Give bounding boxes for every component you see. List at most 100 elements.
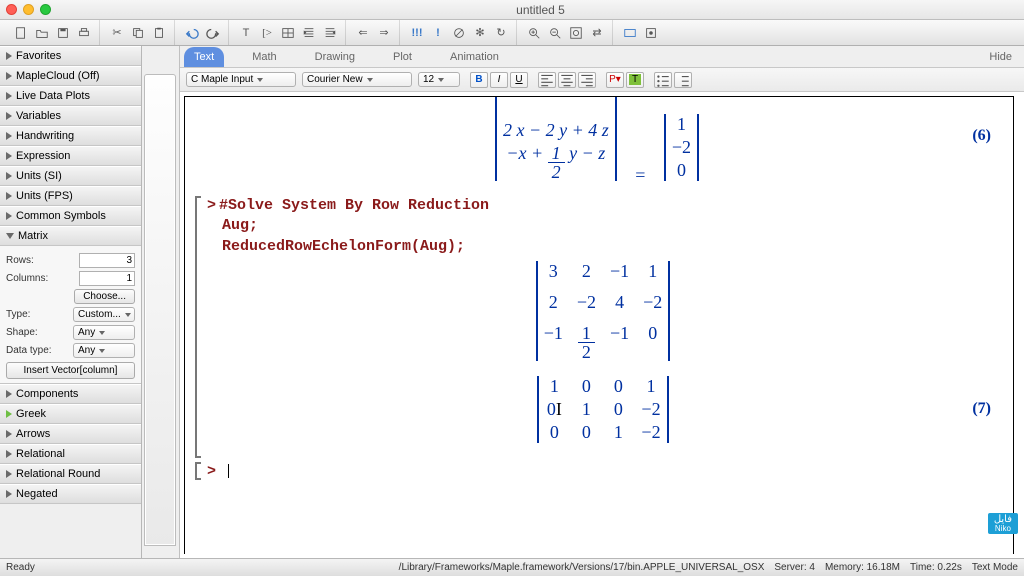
save-icon[interactable] [54,24,72,42]
prompt-icon: > [207,197,216,214]
palette-negated[interactable]: Negated [0,484,141,504]
maximize-icon[interactable] [40,4,51,15]
matrix-palette-body: Rows: Columns: Choose... Type:Custom... … [0,246,141,384]
debug-icon[interactable]: ✻ [471,24,489,42]
rows-label: Rows: [6,255,75,266]
tab-animation[interactable]: Animation [440,47,509,67]
palette-arrows[interactable]: Arrows [0,424,141,444]
align-center-icon[interactable] [558,72,576,88]
copy-icon[interactable] [129,24,147,42]
tool-a-icon[interactable] [621,24,639,42]
minimize-icon[interactable] [23,4,34,15]
close-icon[interactable] [6,4,17,15]
tool-b-icon[interactable] [642,24,660,42]
align-right-icon[interactable] [578,72,596,88]
font-color-icon[interactable]: P▾ [606,72,624,88]
status-time: Time: 0.22s [910,562,962,573]
cols-label: Columns: [6,273,75,284]
zoom-in-icon[interactable] [525,24,543,42]
restart-icon[interactable]: ↻ [492,24,510,42]
palette-variables[interactable]: Variables [0,106,141,126]
palette-relational[interactable]: Relational [0,444,141,464]
execute-one-icon[interactable]: ! [429,24,447,42]
align-left-icon[interactable] [538,72,556,88]
paste-icon[interactable] [150,24,168,42]
back-icon[interactable]: ⇐ [354,24,372,42]
tab-plot[interactable]: Plot [383,47,422,67]
palette-components[interactable]: Components [0,384,141,404]
forward-icon[interactable]: ⇒ [375,24,393,42]
underline-button[interactable]: U [510,72,528,88]
palette-units-si[interactable]: Units (SI) [0,166,141,186]
type-label: Type: [6,309,69,320]
eq-cell: 2 x − 2 y + 4 z [503,120,609,141]
zoom-fit-icon[interactable] [567,24,585,42]
statusbar: Ready /Library/Frameworks/Maple.framewor… [0,558,1024,576]
stop-icon[interactable] [450,24,468,42]
redo-icon[interactable] [204,24,222,42]
choose-button[interactable]: Choose... [74,289,135,304]
style-select[interactable]: C Maple Input [186,72,296,87]
insert-math-icon[interactable]: [> [258,24,276,42]
font-select[interactable]: Courier New [302,72,412,87]
palette-units-fps[interactable]: Units (FPS) [0,186,141,206]
indent-left-icon[interactable] [300,24,318,42]
group-bar[interactable] [195,196,201,458]
cols-input[interactable] [79,271,135,286]
list-number-icon[interactable] [674,72,692,88]
insert-vector-button[interactable]: Insert Vector[column] [6,362,135,379]
print-icon[interactable] [75,24,93,42]
section-tab[interactable] [144,74,176,546]
input-line[interactable]: #Solve System By Row Reduction [219,197,489,214]
palette-favorites[interactable]: Favorites [0,46,141,66]
palette-common-symbols[interactable]: Common Symbols [0,206,141,226]
type-select[interactable]: Custom... [73,307,135,322]
palette-matrix[interactable]: Matrix [0,226,141,246]
titlebar: untitled 5 [0,0,1024,20]
doc-gutter [142,46,180,558]
document-scroll[interactable]: a 2 x − 2 y + 4 z −x + 12 y − z = 1 −2 0 [180,92,1024,558]
cut-icon[interactable]: ✂ [108,24,126,42]
highlight-icon[interactable]: T [626,72,644,88]
shape-select[interactable]: Any [73,325,135,340]
tab-text[interactable]: Text [184,47,224,67]
palette-maplecloud[interactable]: MapleCloud (Off) [0,66,141,86]
toggle-icon[interactable]: ⇄ [588,24,606,42]
palette-live-data-plots[interactable]: Live Data Plots [0,86,141,106]
hide-button[interactable]: Hide [981,47,1020,67]
datatype-label: Data type: [6,345,69,356]
indent-right-icon[interactable] [321,24,339,42]
window-title: untitled 5 [63,3,1018,17]
new-icon[interactable] [12,24,30,42]
datatype-select[interactable]: Any [73,343,135,358]
input-line[interactable]: Aug; [222,217,258,234]
palette-greek[interactable]: Greek [0,404,141,424]
bold-button[interactable]: B [470,72,488,88]
tab-drawing[interactable]: Drawing [305,47,365,67]
input-line[interactable]: ReducedRowEchelonForm(Aug); [222,238,465,255]
execute-icon[interactable]: !!! [408,24,426,42]
insert-text-icon[interactable]: T [237,24,255,42]
window-controls [6,4,51,15]
main-toolbar: ✂ T [> ⇐ ⇒ !!! ! ✻ ↻ ⇄ [0,20,1024,46]
status-path: /Library/Frameworks/Maple.framework/Vers… [399,562,765,573]
palette-handwriting[interactable]: Handwriting [0,126,141,146]
input-cursor[interactable] [219,463,229,480]
document-page[interactable]: a 2 x − 2 y + 4 z −x + 12 y − z = 1 −2 0 [184,96,1014,554]
palette-relational-round[interactable]: Relational Round [0,464,141,484]
group-bar[interactable] [195,462,201,480]
size-select[interactable]: 12 [418,72,460,87]
tab-math[interactable]: Math [242,47,286,67]
zoom-out-icon[interactable] [546,24,564,42]
status-mode: Text Mode [972,562,1018,573]
list-bullet-icon[interactable] [654,72,672,88]
palette-expression[interactable]: Expression [0,146,141,166]
undo-icon[interactable] [183,24,201,42]
format-bar: C Maple Input Courier New 12 B I U P▾ T [180,68,1024,92]
open-icon[interactable] [33,24,51,42]
prompt-icon: > [207,463,216,480]
insert-table-icon[interactable] [279,24,297,42]
context-bar: Text Math Drawing Plot Animation Hide [180,46,1024,68]
italic-button[interactable]: I [490,72,508,88]
rows-input[interactable] [79,253,135,268]
